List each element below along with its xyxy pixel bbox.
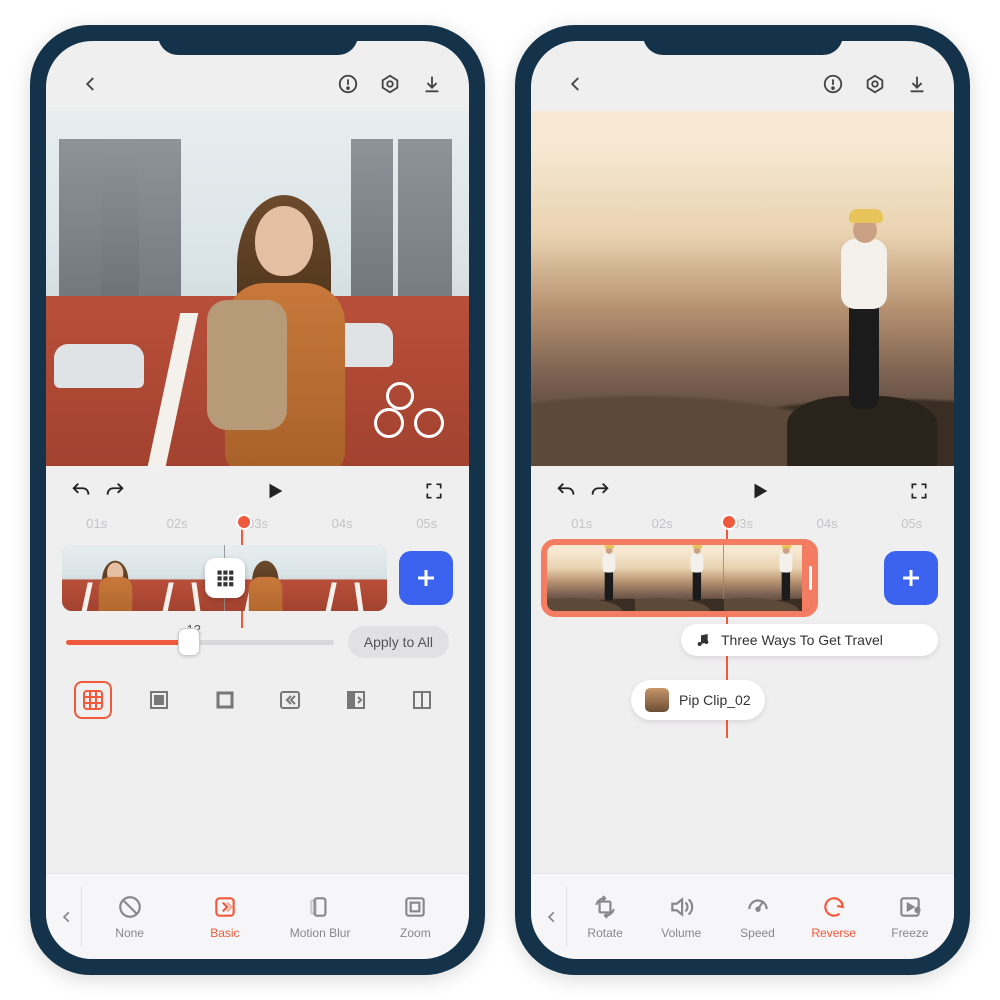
tab-rotate[interactable]: Rotate xyxy=(567,894,643,940)
playback-controls xyxy=(531,466,954,516)
transition-badge[interactable] xyxy=(205,558,245,598)
value-slider-row: 12 Apply to All xyxy=(46,618,469,666)
value-slider[interactable]: 12 xyxy=(66,640,334,645)
settings-icon[interactable] xyxy=(373,67,407,101)
download-icon[interactable] xyxy=(415,67,449,101)
ruler-tick: 05s xyxy=(901,516,922,531)
tab-zoom[interactable]: Zoom xyxy=(368,894,463,940)
audio-clip-label: Three Ways To Get Travel xyxy=(721,632,883,648)
shape-rewind[interactable] xyxy=(271,681,309,719)
phone-notch xyxy=(158,25,358,55)
app-screen-2: 01s 02s 03s 04s 05s xyxy=(531,41,954,959)
ruler-tick: 04s xyxy=(817,516,838,531)
ruler-tick: 01s xyxy=(571,516,592,531)
timeline-ruler[interactable]: 01s 02s 03s 04s 05s xyxy=(46,516,469,538)
shape-square[interactable] xyxy=(206,681,244,719)
tabs-back-button[interactable] xyxy=(52,887,82,947)
play-button[interactable] xyxy=(258,474,292,508)
shape-border[interactable] xyxy=(140,681,178,719)
fullscreen-button[interactable] xyxy=(902,474,936,508)
tab-reverse[interactable]: Reverse xyxy=(796,894,872,940)
tabs-back-button[interactable] xyxy=(537,887,567,947)
playback-controls xyxy=(46,466,469,516)
play-button[interactable] xyxy=(743,474,777,508)
transition-shape-row xyxy=(46,672,469,728)
tab-label: Freeze xyxy=(891,926,928,940)
fullscreen-button[interactable] xyxy=(417,474,451,508)
timeline-ruler[interactable]: 01s 02s 03s 04s 05s xyxy=(531,516,954,538)
phone-mockup-2: 01s 02s 03s 04s 05s xyxy=(515,25,970,975)
add-clip-button[interactable] xyxy=(884,551,938,605)
ruler-tick: 02s xyxy=(652,516,673,531)
download-icon[interactable] xyxy=(900,67,934,101)
tab-basic[interactable]: Basic xyxy=(177,894,272,940)
pip-thumbnail xyxy=(645,688,669,712)
tab-label: None xyxy=(115,926,144,940)
clip-handle-right[interactable] xyxy=(802,545,812,611)
app-screen-1: 01s 02s 03s 04s 05s 12 xyxy=(46,41,469,959)
alert-icon[interactable] xyxy=(816,67,850,101)
tab-label: Reverse xyxy=(811,926,856,940)
video-preview[interactable] xyxy=(46,111,469,466)
timeline-row xyxy=(46,538,469,618)
tab-label: Motion Blur xyxy=(290,926,351,940)
undo-button[interactable] xyxy=(64,474,98,508)
timeline-row xyxy=(531,538,954,618)
pip-clip-pill[interactable]: Pip Clip_02 xyxy=(631,680,765,720)
music-note-icon xyxy=(695,632,711,648)
shape-split[interactable] xyxy=(403,681,441,719)
audio-clip-pill[interactable]: Three Ways To Get Travel xyxy=(681,624,938,656)
redo-button[interactable] xyxy=(98,474,132,508)
undo-button[interactable] xyxy=(549,474,583,508)
shape-slide[interactable] xyxy=(337,681,375,719)
add-clip-button[interactable] xyxy=(399,551,453,605)
bottom-tab-bar: None Basic Motion Blur Zoom xyxy=(46,873,469,959)
alert-icon[interactable] xyxy=(331,67,365,101)
tab-label: Volume xyxy=(661,926,701,940)
back-button[interactable] xyxy=(559,67,593,101)
video-preview[interactable] xyxy=(531,111,954,466)
ruler-tick: 01s xyxy=(86,516,107,531)
phone-notch xyxy=(643,25,843,55)
tab-label: Speed xyxy=(740,926,775,940)
back-button[interactable] xyxy=(74,67,108,101)
settings-icon[interactable] xyxy=(858,67,892,101)
tab-none[interactable]: None xyxy=(82,894,177,940)
tab-label: Basic xyxy=(210,926,239,940)
redo-button[interactable] xyxy=(583,474,617,508)
ruler-tick: 04s xyxy=(332,516,353,531)
clip-strip-selected[interactable] xyxy=(547,545,812,611)
pip-clip-label: Pip Clip_02 xyxy=(679,692,751,708)
ruler-tick: 05s xyxy=(416,516,437,531)
apply-all-button[interactable]: Apply to All xyxy=(348,626,449,658)
shape-grid[interactable] xyxy=(74,681,112,719)
tab-freeze[interactable]: * Freeze xyxy=(872,894,948,940)
tab-motion-blur[interactable]: Motion Blur xyxy=(273,894,368,940)
ruler-tick: 02s xyxy=(167,516,188,531)
bottom-tab-bar: Rotate Volume Speed Reverse * Freeze xyxy=(531,873,954,959)
tab-label: Rotate xyxy=(587,926,622,940)
tab-label: Zoom xyxy=(400,926,431,940)
clip-strip[interactable] xyxy=(62,545,387,611)
phone-mockup-1: 01s 02s 03s 04s 05s 12 xyxy=(30,25,485,975)
tab-volume[interactable]: Volume xyxy=(643,894,719,940)
tab-speed[interactable]: Speed xyxy=(719,894,795,940)
